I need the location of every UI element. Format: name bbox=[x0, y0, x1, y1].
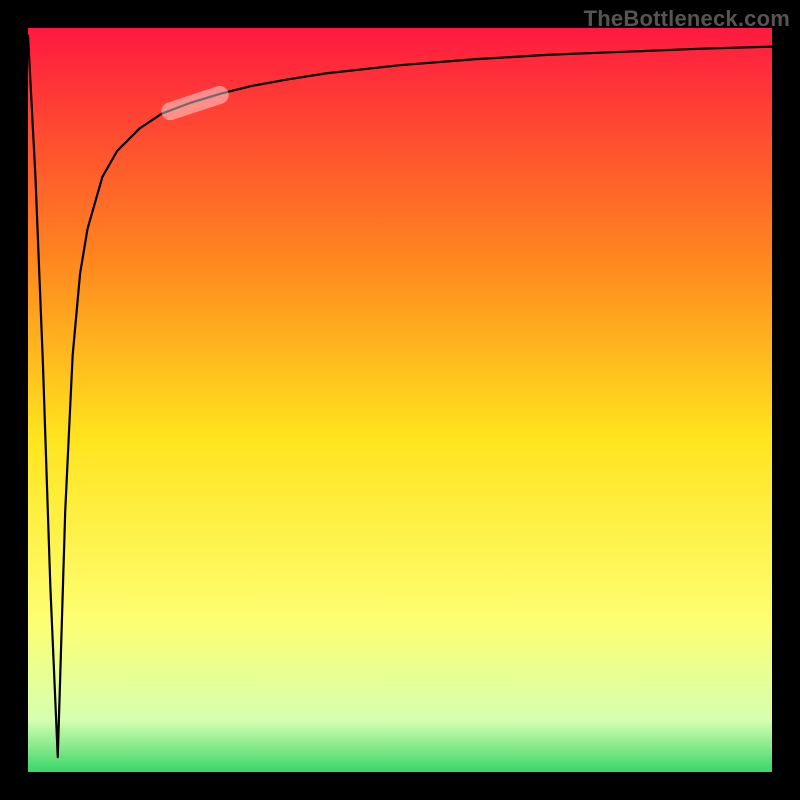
watermark-text: TheBottleneck.com bbox=[584, 6, 790, 32]
chart-container: TheBottleneck.com bbox=[0, 0, 800, 800]
curve-line bbox=[28, 28, 772, 772]
plot-area bbox=[28, 28, 772, 772]
